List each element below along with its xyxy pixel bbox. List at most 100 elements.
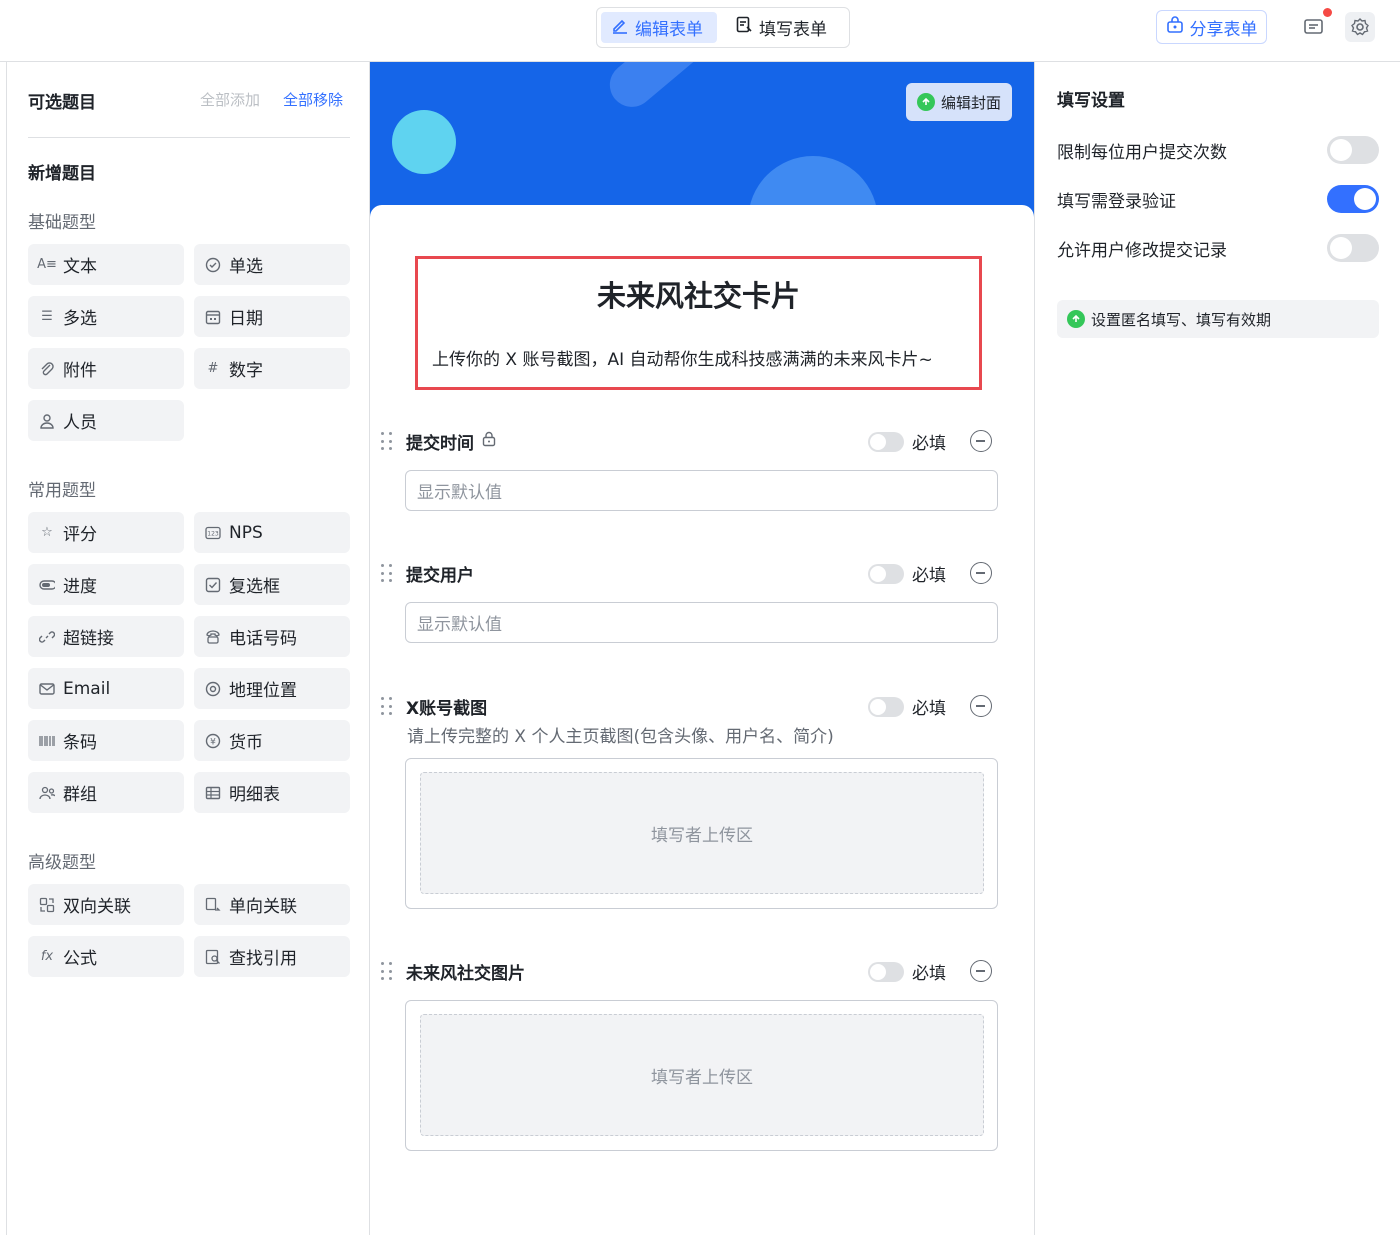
edit-cover-button[interactable]: 编辑封面 [906,83,1012,121]
question-type-one-way-link[interactable]: 单向关联 [194,884,350,925]
form-cover: 编辑封面 [370,62,1034,222]
required-toggle[interactable] [868,962,904,982]
question-type-date[interactable]: 日期 [194,296,350,337]
group-icon [39,785,55,801]
cover-decoration-bar [600,62,737,116]
radio-icon [205,257,221,273]
allow-edit-toggle[interactable] [1327,234,1379,262]
field-label[interactable]: 提交用户 [406,561,474,586]
person-icon [39,413,55,429]
form-title[interactable]: 未来风社交卡片 [418,273,979,315]
question-type-two-way-link[interactable]: 双向关联 [28,884,184,925]
default-value-input[interactable]: 显示默认值 [405,602,998,643]
question-type-rating[interactable]: ☆ 评分 [28,512,184,553]
setting-row: 限制每位用户提交次数 [1057,136,1379,164]
question-type-location[interactable]: 地理位置 [194,668,350,709]
table-icon [205,785,221,801]
list-check-icon: ☰ [41,309,53,324]
question-type-label: 评分 [63,525,97,545]
field-header: 未来风社交图片 必填 [381,959,996,985]
progress-icon [39,577,55,593]
remove-all-link[interactable]: 全部移除 [283,89,343,110]
question-palette: 可选题目 全部添加 全部移除 新增题目 基础题型 A≡ 文本 单选 ☰ 多选 日… [6,62,370,1235]
nps-icon: 123 [205,525,221,541]
question-type-label: NPS [229,522,263,543]
question-type-label: 单选 [229,257,263,277]
form-header[interactable]: 未来风社交卡片 上传你的 X 账号截图，AI 自动帮你生成科技感满满的未来风卡片… [415,256,982,390]
field-header: 提交时间 必填 [381,429,996,455]
question-type-checkbox[interactable]: 复选框 [194,564,350,605]
question-type-hyperlink[interactable]: 超链接 [28,616,184,657]
question-type-label: 进度 [63,577,97,597]
new-question-title: 新增题目 [28,164,96,184]
upload-area[interactable]: 填写者上传区 [420,1014,984,1136]
question-type-formula[interactable]: fx 公式 [28,936,184,977]
share-lock-icon [1166,15,1184,39]
question-type-detail-table[interactable]: 明细表 [194,772,350,813]
limit-submissions-toggle[interactable] [1327,136,1379,164]
phone-icon [205,629,221,645]
fill-form-label: 填写表单 [759,20,827,40]
remove-field-icon[interactable] [970,695,992,717]
upload-area[interactable]: 填写者上传区 [420,772,984,894]
required-toggle[interactable] [868,432,904,452]
question-type-label: 附件 [63,361,97,381]
common-group-title: 常用题型 [28,481,96,501]
question-type-label: 多选 [63,309,97,329]
edit-form-label: 编辑表单 [635,20,703,40]
fill-form-tab[interactable]: 填写表单 [725,12,843,43]
setting-label: 限制每位用户提交次数 [1057,143,1227,163]
default-value-input[interactable]: 显示默认值 [405,470,998,511]
question-type-number[interactable]: # 数字 [194,348,350,389]
question-type-label: 单向关联 [229,897,297,917]
field-hint[interactable]: 请上传完整的 X 个人主页截图(包含头像、用户名、简介) [407,722,834,747]
palette-title: 可选题目 [28,93,96,113]
question-type-multi-choice[interactable]: ☰ 多选 [28,296,184,337]
question-type-nps[interactable]: 123 NPS [194,512,350,553]
two-way-link-icon [39,897,55,913]
question-type-phone[interactable]: 电话号码 [194,616,350,657]
question-type-currency[interactable]: ¥ 货币 [194,720,350,761]
question-type-text[interactable]: A≡ 文本 [28,244,184,285]
form-description[interactable]: 上传你的 X 账号截图，AI 自动帮你生成科技感满满的未来风卡片~ [432,345,933,370]
required-toggle[interactable] [868,564,904,584]
question-type-progress[interactable]: 进度 [28,564,184,605]
question-type-label: 超链接 [63,629,114,649]
field-label-text: 未来风社交图片 [406,964,525,984]
required-label: 必填 [912,964,946,984]
field-label[interactable]: X账号截图 [406,694,487,719]
question-type-single-choice[interactable]: 单选 [194,244,350,285]
remove-field-icon[interactable] [970,430,992,452]
question-type-email[interactable]: Email [28,668,184,709]
required-toggle[interactable] [868,697,904,717]
question-type-group[interactable]: 群组 [28,772,184,813]
question-type-attachment[interactable]: 附件 [28,348,184,389]
question-type-label: 日期 [229,309,263,329]
question-type-person[interactable]: 人员 [28,400,184,441]
edit-form-tab[interactable]: 编辑表单 [601,12,717,43]
drag-handle-icon[interactable] [381,697,393,717]
question-type-lookup[interactable]: 查找引用 [194,936,350,977]
remove-field-icon[interactable] [970,562,992,584]
question-type-barcode[interactable]: 条码 [28,720,184,761]
share-form-button[interactable]: 分享表单 [1156,10,1267,44]
question-type-label: 条码 [63,733,97,753]
field-label-text: 提交用户 [406,566,474,586]
field-label[interactable]: 未来风社交图片 [406,959,525,984]
drag-handle-icon[interactable] [381,564,393,584]
field-label-text: X账号截图 [406,699,488,719]
gear-icon[interactable] [1345,12,1375,42]
field-label[interactable]: 提交时间 [406,429,496,454]
remove-field-icon[interactable] [970,960,992,982]
palette-header: 可选题目 全部添加 全部移除 [28,88,350,138]
basic-group-title: 基础题型 [28,213,96,233]
setting-label: 填写需登录验证 [1057,192,1176,212]
login-required-toggle[interactable] [1327,185,1379,213]
anonymous-settings-button[interactable]: 设置匿名填写、填写有效期 [1057,300,1379,338]
add-all-link[interactable]: 全部添加 [200,89,260,110]
setting-row: 填写需登录验证 [1057,185,1379,213]
drag-handle-icon[interactable] [381,432,393,452]
calendar-icon [205,309,221,325]
drag-handle-icon[interactable] [381,962,393,982]
field-header: 提交用户 必填 [381,561,996,587]
